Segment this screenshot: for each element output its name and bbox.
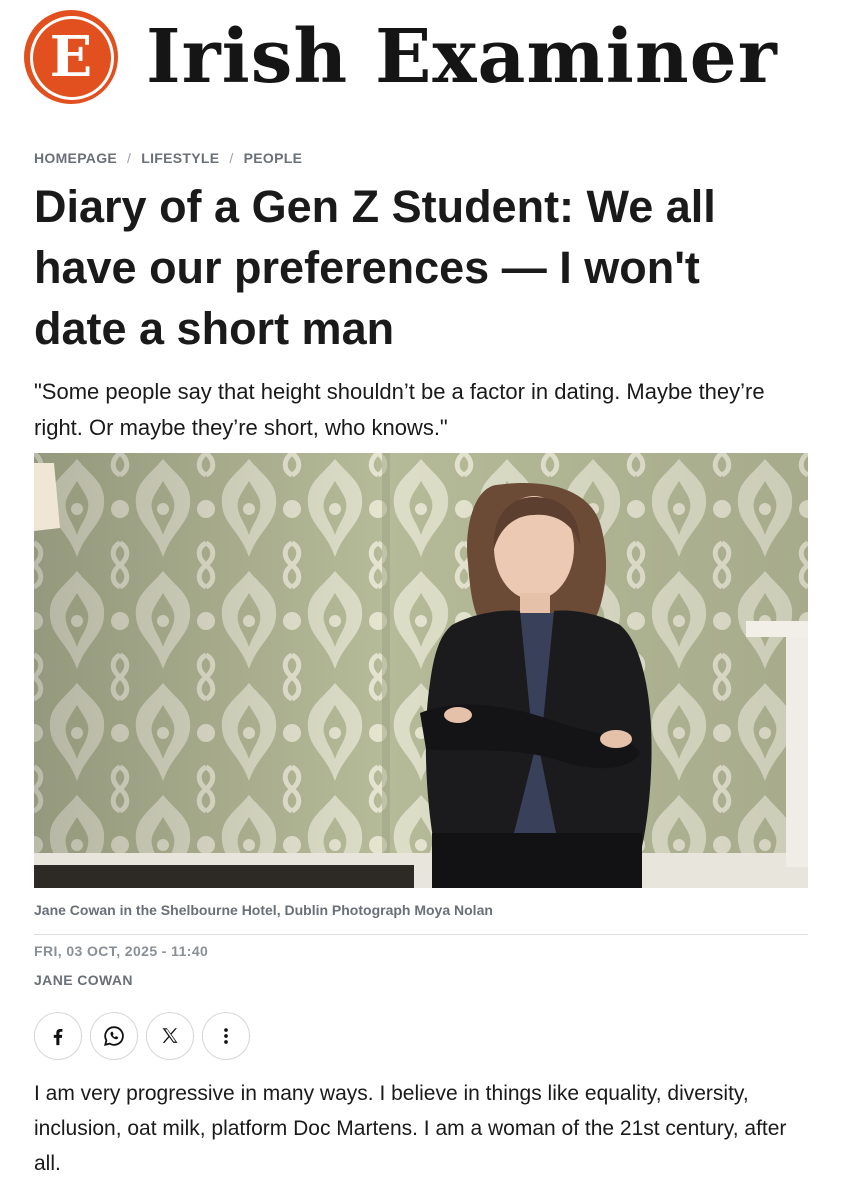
publish-date: FRI, 03 OCT, 2025 - 11:40 — [34, 943, 209, 959]
divider — [34, 934, 808, 935]
share-x-button[interactable] — [146, 1012, 194, 1060]
breadcrumb-lifestyle[interactable]: LIFESTYLE — [141, 150, 219, 166]
author-link[interactable]: JANE COWAN — [34, 972, 133, 988]
share-whatsapp-button[interactable] — [90, 1012, 138, 1060]
photo-illustration — [34, 453, 808, 888]
masthead[interactable]: E Irish Examiner — [22, 8, 822, 108]
breadcrumb-separator: / — [229, 150, 234, 166]
article-standfirst: "Some people say that height shouldn’t b… — [34, 379, 765, 440]
breadcrumb: HOMEPAGE / LIFESTYLE / PEOPLE — [34, 150, 302, 166]
share-bar — [34, 1012, 250, 1060]
share-more-button[interactable] — [202, 1012, 250, 1060]
facebook-icon — [53, 1028, 63, 1046]
site-logo-wordmark: Irish Examiner — [146, 14, 778, 100]
breadcrumb-people[interactable]: PEOPLE — [244, 150, 303, 166]
breadcrumb-homepage[interactable]: HOMEPAGE — [34, 150, 117, 166]
share-facebook-button[interactable] — [34, 1012, 82, 1060]
breadcrumb-separator: / — [127, 150, 132, 166]
logo-icon: E — [24, 10, 118, 104]
article-hero-photo[interactable] — [34, 453, 808, 888]
more-vertical-icon — [224, 1028, 228, 1044]
photo-caption: Jane Cowan in the Shelbourne Hotel, Dubl… — [34, 902, 493, 918]
whatsapp-icon — [104, 1026, 124, 1046]
x-icon — [162, 1028, 178, 1043]
article-body-paragraph: I am very progressive in many ways. I be… — [34, 1082, 787, 1175]
article-headline: Diary of a Gen Z Student: We all have ou… — [34, 181, 716, 354]
